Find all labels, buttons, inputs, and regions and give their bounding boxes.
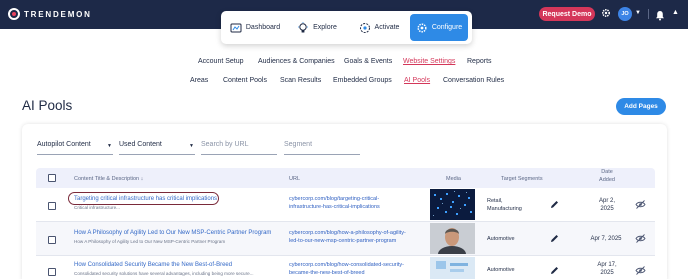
request-demo-button[interactable]: Request Demo bbox=[539, 7, 595, 21]
tab-audiences-companies[interactable]: Audiences & Companies bbox=[258, 58, 335, 65]
row-url[interactable]: cybercorp.com/blog/how-consolidated-secu… bbox=[289, 261, 404, 277]
subtab-areas[interactable]: Areas bbox=[190, 77, 208, 84]
row-segments: Automotive bbox=[487, 236, 515, 242]
segment-input[interactable]: Segment bbox=[284, 141, 360, 155]
eye-off-icon[interactable] bbox=[635, 266, 646, 275]
row-title[interactable]: How A Philosophy of Agility Led to Our N… bbox=[74, 230, 271, 236]
header-url: URL bbox=[289, 176, 301, 182]
chevron-down-icon: ▼ bbox=[189, 143, 194, 149]
header-target-segments: Target Segments bbox=[501, 176, 543, 182]
tab-account-setup[interactable]: Account Setup bbox=[198, 58, 244, 65]
row-segments: Retail, Manufacturing bbox=[487, 198, 522, 212]
gear-icon[interactable] bbox=[601, 8, 611, 18]
row-title[interactable]: How Consolidated Security Became the New… bbox=[74, 262, 232, 268]
subtab-ai-pools[interactable]: AI Pools bbox=[404, 77, 430, 84]
autopilot-content-select[interactable]: Autopilot Content ▼ bbox=[37, 141, 113, 155]
tab-reports[interactable]: Reports bbox=[467, 58, 492, 65]
row-description: Consolidated security solutions have sev… bbox=[74, 271, 254, 276]
header-title[interactable]: Content Title & Description ↓ bbox=[74, 176, 143, 182]
chevron-up-icon[interactable]: ▲ bbox=[672, 9, 679, 16]
configure-icon bbox=[417, 22, 427, 33]
media-thumbnail bbox=[430, 257, 475, 279]
page-title: AI Pools bbox=[22, 98, 73, 113]
subtab-content-pools[interactable]: Content Pools bbox=[223, 77, 267, 84]
nav-explore[interactable]: Explore bbox=[286, 14, 348, 41]
nav-configure-label: Configure bbox=[431, 24, 463, 31]
nav-activate-label: Activate bbox=[374, 24, 400, 31]
logo[interactable]: TRENDEMON bbox=[8, 8, 92, 20]
tab-goals-events[interactable]: Goals & Events bbox=[344, 58, 392, 65]
pencil-icon[interactable] bbox=[550, 234, 559, 243]
used-content-value: Used Content bbox=[119, 141, 162, 148]
main-nav: Dashboard Explore Activate Configure bbox=[221, 11, 472, 44]
pencil-icon[interactable] bbox=[550, 266, 559, 275]
eye-off-icon[interactable] bbox=[635, 200, 646, 209]
row-date: Apr 2, 2025 bbox=[598, 198, 615, 212]
logo-text: TRENDEMON bbox=[24, 9, 92, 19]
search-url-input[interactable]: Search by URL bbox=[201, 141, 277, 155]
subtab-conversation-rules[interactable]: Conversation Rules bbox=[443, 77, 504, 84]
used-content-select[interactable]: Used Content ▼ bbox=[119, 141, 195, 155]
table-row: How Consolidated Security Became the New… bbox=[36, 256, 655, 279]
website-settings-subtabs: Areas Content Pools Scan Results Embedde… bbox=[0, 77, 688, 89]
settings-tabs: Account Setup Audiences & Companies Goal… bbox=[0, 58, 688, 70]
select-all-checkbox[interactable] bbox=[48, 174, 56, 182]
add-pages-button[interactable]: Add Pages bbox=[616, 98, 666, 115]
nav-explore-label: Explore bbox=[313, 24, 337, 31]
nav-dashboard[interactable]: Dashboard bbox=[224, 14, 286, 41]
logo-icon bbox=[8, 8, 20, 20]
chevron-down-icon[interactable]: ▼ bbox=[635, 10, 641, 16]
table-row: How A Philosophy of Agility Led to Our N… bbox=[36, 222, 655, 256]
nav-configure[interactable]: Configure bbox=[410, 14, 468, 41]
row-checkbox[interactable] bbox=[48, 268, 56, 276]
nav-dashboard-label: Dashboard bbox=[245, 24, 281, 31]
media-thumbnail bbox=[430, 189, 475, 220]
activate-icon bbox=[359, 22, 370, 33]
pencil-icon[interactable] bbox=[550, 200, 559, 209]
search-url-placeholder: Search by URL bbox=[201, 141, 249, 148]
row-segments: Automotive bbox=[487, 267, 515, 273]
row-date: Apr 7, 2025 bbox=[590, 236, 622, 242]
avatar[interactable]: JO bbox=[618, 7, 632, 21]
bell-icon[interactable] bbox=[655, 8, 665, 21]
subtab-scan-results[interactable]: Scan Results bbox=[280, 77, 321, 84]
header-date-added: Added bbox=[599, 177, 615, 183]
row-checkbox[interactable] bbox=[48, 202, 56, 210]
divider bbox=[648, 9, 649, 19]
eye-off-icon[interactable] bbox=[635, 234, 646, 243]
lightbulb-icon bbox=[298, 21, 309, 32]
header-media: Media bbox=[446, 176, 461, 182]
row-description: Critical infrastructure... bbox=[74, 205, 120, 210]
title-highlight bbox=[68, 192, 219, 205]
dashboard-icon bbox=[230, 23, 242, 32]
autopilot-content-value: Autopilot Content bbox=[37, 141, 91, 148]
row-description: How A Philosophy of Agility Led to Our N… bbox=[74, 239, 226, 244]
row-url[interactable]: cybercorp.com/blog/how-a-philosophy-of-a… bbox=[289, 229, 406, 245]
table-header: Content Title & Description ↓ URL Media … bbox=[36, 168, 655, 188]
subtab-embedded-groups[interactable]: Embedded Groups bbox=[333, 77, 392, 84]
chevron-down-icon: ▼ bbox=[107, 143, 112, 149]
sort-arrow-icon: ↓ bbox=[140, 176, 144, 182]
segment-placeholder: Segment bbox=[284, 141, 313, 148]
header-date: Date bbox=[601, 169, 613, 175]
nav-activate[interactable]: Activate bbox=[348, 14, 410, 41]
row-url[interactable]: cybercorp.com/blog/targeting-critical- i… bbox=[289, 195, 380, 211]
media-thumbnail bbox=[430, 223, 475, 254]
row-date: Apr 17, 2025 bbox=[597, 262, 617, 276]
tab-website-settings[interactable]: Website Settings bbox=[403, 58, 455, 65]
row-checkbox[interactable] bbox=[48, 236, 56, 244]
